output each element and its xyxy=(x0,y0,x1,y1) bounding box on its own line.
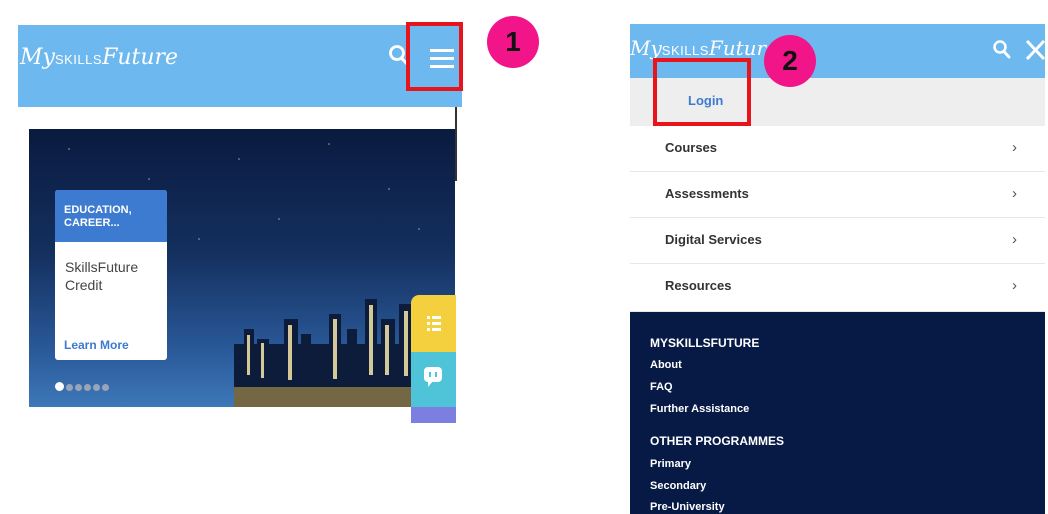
chevron-right-icon: › xyxy=(1012,277,1017,294)
footer-section-title: MYSKILLSFUTURE xyxy=(650,336,760,350)
learn-more-link[interactable]: Learn More xyxy=(64,338,129,352)
footer-link-faq[interactable]: FAQ xyxy=(650,381,673,393)
site-footer: MYSKILLSFUTURE About FAQ Further Assista… xyxy=(630,312,1045,514)
carousel-dot[interactable] xyxy=(93,384,100,391)
menu-item-label: Assessments xyxy=(665,186,749,201)
menu-item-digital-services[interactable]: Digital Services › xyxy=(630,218,1045,264)
close-icon[interactable] xyxy=(1022,36,1048,64)
menu-item-assessments[interactable]: Assessments › xyxy=(630,172,1045,218)
left-site-header: MySKILLSFuture xyxy=(18,25,462,107)
carousel-dot-active[interactable] xyxy=(55,382,64,391)
menu-item-resources[interactable]: Resources › xyxy=(630,264,1045,312)
carousel-dot[interactable] xyxy=(75,384,82,391)
footer-link-further-assistance[interactable]: Further Assistance xyxy=(650,403,749,415)
highlight-box-menu xyxy=(406,22,463,91)
highlight-box-login xyxy=(653,58,751,126)
list-icon xyxy=(427,316,441,331)
footer-link-about[interactable]: About xyxy=(650,359,682,371)
hero-carousel[interactable]: EDUCATION, CAREER... SkillsFuture Credit… xyxy=(29,129,455,407)
menu-item-label: Digital Services xyxy=(665,232,762,247)
carousel-dot[interactable] xyxy=(84,384,91,391)
footer-link-primary[interactable]: Primary xyxy=(650,458,691,470)
search-icon[interactable] xyxy=(992,39,1012,61)
chevron-right-icon: › xyxy=(1012,185,1017,202)
chat-floating-button[interactable] xyxy=(411,352,456,407)
menu-item-label: Courses xyxy=(665,140,718,155)
menu-item-courses[interactable]: Courses › xyxy=(630,126,1045,172)
carousel-dots[interactable] xyxy=(55,378,111,391)
footer-section-title: OTHER PROGRAMMES xyxy=(650,434,785,448)
footer-link-pre-university[interactable]: Pre-University xyxy=(650,501,725,513)
myskillsfuture-logo[interactable]: MySKILLSFuture xyxy=(630,36,778,60)
list-floating-button[interactable] xyxy=(411,295,456,352)
myskillsfuture-logo[interactable]: MySKILLSFuture xyxy=(20,45,178,70)
promo-card-category: EDUCATION, CAREER... xyxy=(64,204,132,229)
footer-link-secondary[interactable]: Secondary xyxy=(650,480,706,492)
carousel-dot[interactable] xyxy=(102,384,109,391)
floating-button-partial[interactable] xyxy=(411,407,456,423)
step-badge-1: 1 xyxy=(487,16,539,68)
scrollbar-line xyxy=(455,107,457,181)
chevron-right-icon: › xyxy=(1012,139,1017,156)
hero-promo-card[interactable]: EDUCATION, CAREER... SkillsFuture Credit… xyxy=(55,190,167,360)
promo-card-title: SkillsFuture Credit xyxy=(65,259,139,293)
menu-item-label: Resources xyxy=(665,278,732,293)
carousel-dot[interactable] xyxy=(66,384,73,391)
chat-icon xyxy=(424,367,442,387)
chevron-right-icon: › xyxy=(1012,231,1017,248)
step-badge-2: 2 xyxy=(764,35,816,87)
